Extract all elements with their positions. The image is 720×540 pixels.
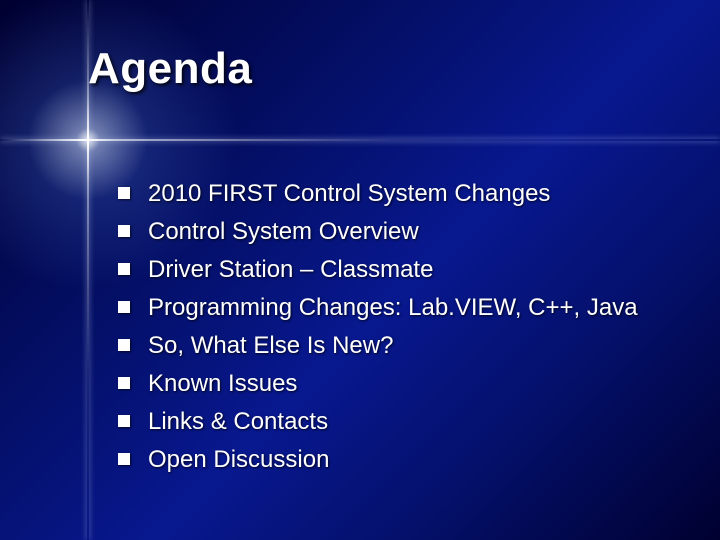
- square-bullet-icon: [118, 225, 130, 237]
- list-item-text: 2010 FIRST Control System Changes: [148, 178, 550, 210]
- lens-flare-horizontal: [0, 139, 720, 141]
- list-item-text: So, What Else Is New?: [148, 330, 393, 362]
- square-bullet-icon: [118, 301, 130, 313]
- list-item: So, What Else Is New?: [118, 330, 680, 362]
- slide-title: Agenda: [88, 44, 252, 94]
- square-bullet-icon: [118, 453, 130, 465]
- list-item: Driver Station – Classmate: [118, 254, 680, 286]
- list-item-text: Known Issues: [148, 368, 297, 400]
- square-bullet-icon: [118, 415, 130, 427]
- slide: Agenda 2010 FIRST Control System Changes…: [0, 0, 720, 540]
- list-item: Known Issues: [118, 368, 680, 400]
- square-bullet-icon: [118, 187, 130, 199]
- list-item: 2010 FIRST Control System Changes: [118, 178, 680, 210]
- list-item-text: Programming Changes: Lab.VIEW, C++, Java: [148, 292, 638, 324]
- bullet-list: 2010 FIRST Control System Changes Contro…: [118, 178, 680, 482]
- list-item-text: Control System Overview: [148, 216, 419, 248]
- list-item-text: Open Discussion: [148, 444, 329, 476]
- list-item-text: Driver Station – Classmate: [148, 254, 433, 286]
- list-item: Control System Overview: [118, 216, 680, 248]
- list-item: Programming Changes: Lab.VIEW, C++, Java: [118, 292, 680, 324]
- list-item: Links & Contacts: [118, 406, 680, 438]
- square-bullet-icon: [118, 377, 130, 389]
- square-bullet-icon: [118, 339, 130, 351]
- list-item: Open Discussion: [118, 444, 680, 476]
- square-bullet-icon: [118, 263, 130, 275]
- list-item-text: Links & Contacts: [148, 406, 328, 438]
